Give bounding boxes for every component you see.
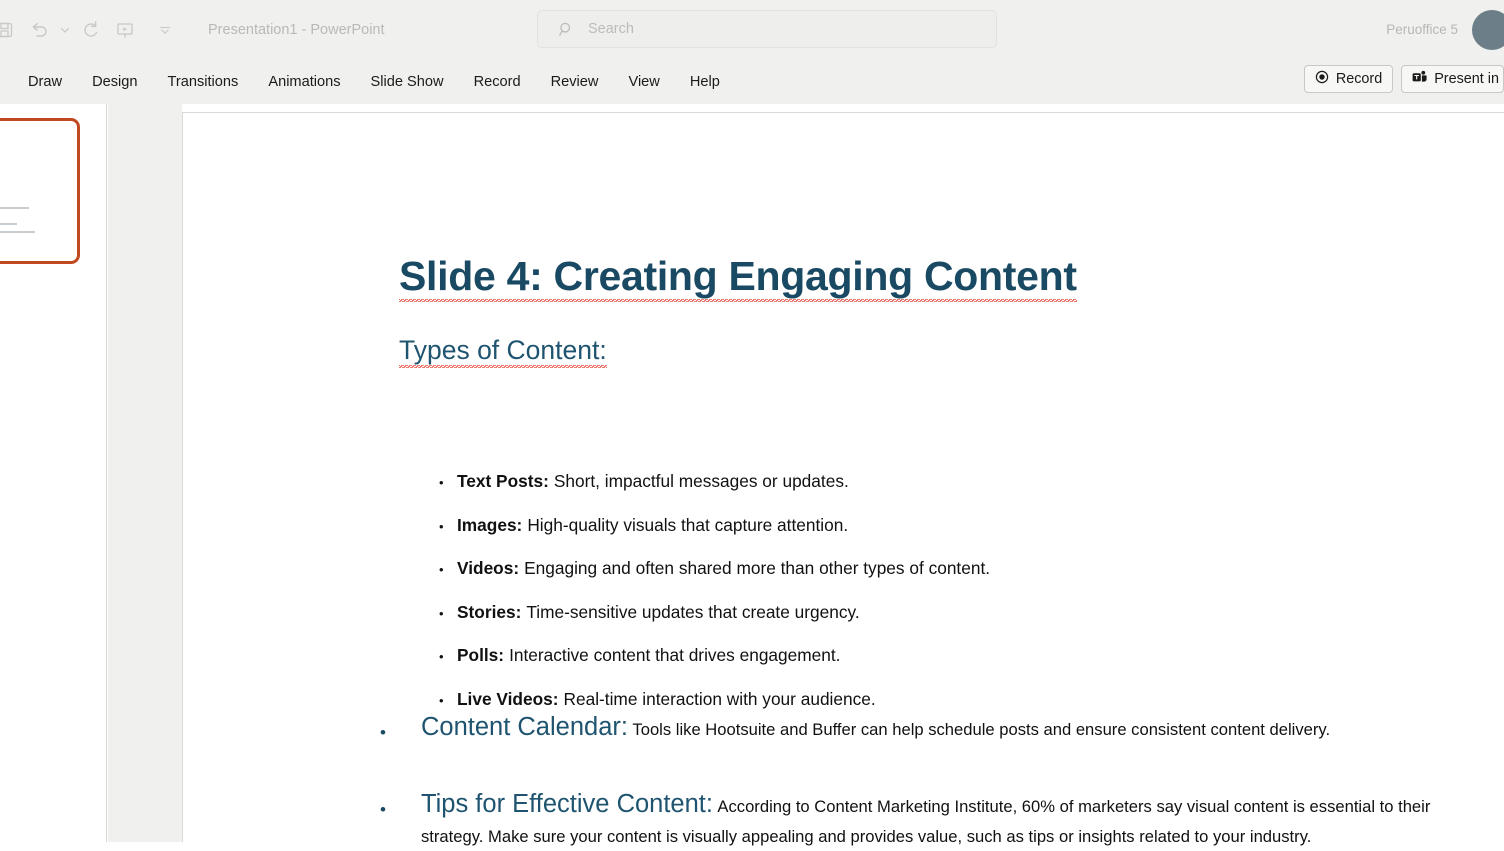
- ribbon-action-group: Record Present in: [1303, 65, 1504, 93]
- avatar[interactable]: [1472, 10, 1504, 50]
- bullet-icon: •: [439, 605, 444, 621]
- search-placeholder: Search: [588, 21, 634, 37]
- bullet-icon: •: [380, 723, 386, 742]
- start-presentation-icon[interactable]: [108, 13, 142, 47]
- list-item-text: Time-sensitive updates that create urgen…: [526, 601, 860, 622]
- list-item-label: Stories:: [457, 601, 522, 622]
- tab-animations[interactable]: Animations: [258, 70, 350, 94]
- slide-title[interactable]: Slide 4: Creating Engaging Content: [399, 253, 1077, 302]
- record-button[interactable]: Record: [1303, 65, 1394, 93]
- customize-qat-icon[interactable]: [156, 13, 174, 47]
- quick-access-toolbar: [0, 0, 174, 60]
- title-bar: Presentation1 - PowerPoint Search Peruof…: [0, 0, 1504, 60]
- list-item-label: Polls:: [457, 645, 505, 665]
- bullet-icon: •: [439, 692, 444, 708]
- redo-icon[interactable]: [74, 13, 108, 47]
- save-icon[interactable]: [0, 13, 22, 47]
- canvas-gutter: [108, 104, 182, 842]
- tab-help[interactable]: Help: [680, 70, 730, 94]
- slide-subheading[interactable]: Types of Content:: [399, 335, 607, 368]
- tab-view[interactable]: View: [618, 70, 669, 94]
- account-name[interactable]: Peruoffice 5: [1386, 22, 1458, 37]
- list-item-text: Real-time interaction with your audience…: [563, 688, 876, 709]
- slide-subheading-text: Types of Content:: [399, 335, 607, 368]
- bullet-icon: •: [439, 649, 444, 664]
- tab-record[interactable]: Record: [464, 70, 531, 94]
- tab-review[interactable]: Review: [541, 70, 609, 94]
- tab-slide-show[interactable]: Slide Show: [361, 70, 454, 94]
- section-heading: Tips for Effective Content:: [421, 790, 713, 818]
- section-content-calendar[interactable]: • Content Calendar: Tools like Hootsuite…: [373, 713, 1433, 754]
- section-heading: Content Calendar:: [421, 713, 628, 741]
- workspace: Slide 4: Creating Engaging Content Types…: [0, 104, 1504, 846]
- teams-icon: [1412, 70, 1427, 88]
- list-item[interactable]: • Live Videos: Real-time interaction wit…: [439, 689, 1439, 710]
- undo-dropdown-icon[interactable]: [56, 13, 74, 47]
- record-circle-icon: [1315, 70, 1329, 88]
- thumb-text-line: [0, 207, 29, 209]
- record-button-label: Record: [1335, 71, 1383, 87]
- tab-transitions[interactable]: Transitions: [158, 70, 249, 94]
- bullet-icon: •: [439, 475, 444, 490]
- list-item[interactable]: • Polls: Interactive content that drives…: [439, 645, 1439, 666]
- present-in-teams-label: Present in: [1434, 71, 1499, 87]
- slide-canvas[interactable]: Slide 4: Creating Engaging Content Types…: [182, 112, 1504, 846]
- slide-thumbnail-1[interactable]: [0, 118, 80, 264]
- list-item-label: Text Posts:: [457, 471, 549, 491]
- list-item[interactable]: • Videos: Engaging and often shared more…: [439, 558, 1439, 579]
- section-body: Tools like Hootsuite and Buffer can help…: [632, 720, 1331, 739]
- search-icon: [558, 21, 575, 38]
- list-item-text: Engaging and often shared more than othe…: [524, 558, 991, 578]
- list-item-label: Videos:: [457, 558, 520, 578]
- list-item[interactable]: • Stories: Time-sensitive updates that c…: [439, 602, 1439, 623]
- list-item-text: Interactive content that drives engageme…: [509, 645, 841, 665]
- tab-draw[interactable]: Draw: [18, 70, 72, 94]
- thumb-text-line: [0, 231, 35, 233]
- search-box[interactable]: Search: [537, 10, 997, 48]
- list-item-text: Short, impactful messages or updates.: [553, 471, 849, 491]
- list-item-label: Live Videos:: [457, 688, 559, 709]
- list-item[interactable]: • Text Posts: Short, impactful messages …: [439, 471, 1439, 492]
- ribbon-tab-bar: Draw Design Transitions Animations Slide…: [0, 60, 1504, 104]
- bullet-icon: •: [439, 562, 444, 577]
- document-title: Presentation1 - PowerPoint: [208, 22, 385, 38]
- tab-design[interactable]: Design: [82, 70, 147, 94]
- content-types-list: • Text Posts: Short, impactful messages …: [439, 471, 1439, 732]
- present-in-teams-button[interactable]: Present in: [1401, 65, 1504, 93]
- thumb-text-line: [0, 223, 17, 225]
- list-item-label: Images:: [457, 514, 523, 535]
- list-item[interactable]: • Images: High-quality visuals that capt…: [439, 515, 1439, 536]
- list-item-text: High-quality visuals that capture attent…: [527, 514, 849, 535]
- slide-title-text: Slide 4: Creating Engaging Content: [399, 253, 1077, 302]
- bullet-icon: •: [439, 518, 444, 534]
- slide-thumbnail-pane[interactable]: [0, 104, 107, 842]
- undo-icon[interactable]: [22, 13, 56, 47]
